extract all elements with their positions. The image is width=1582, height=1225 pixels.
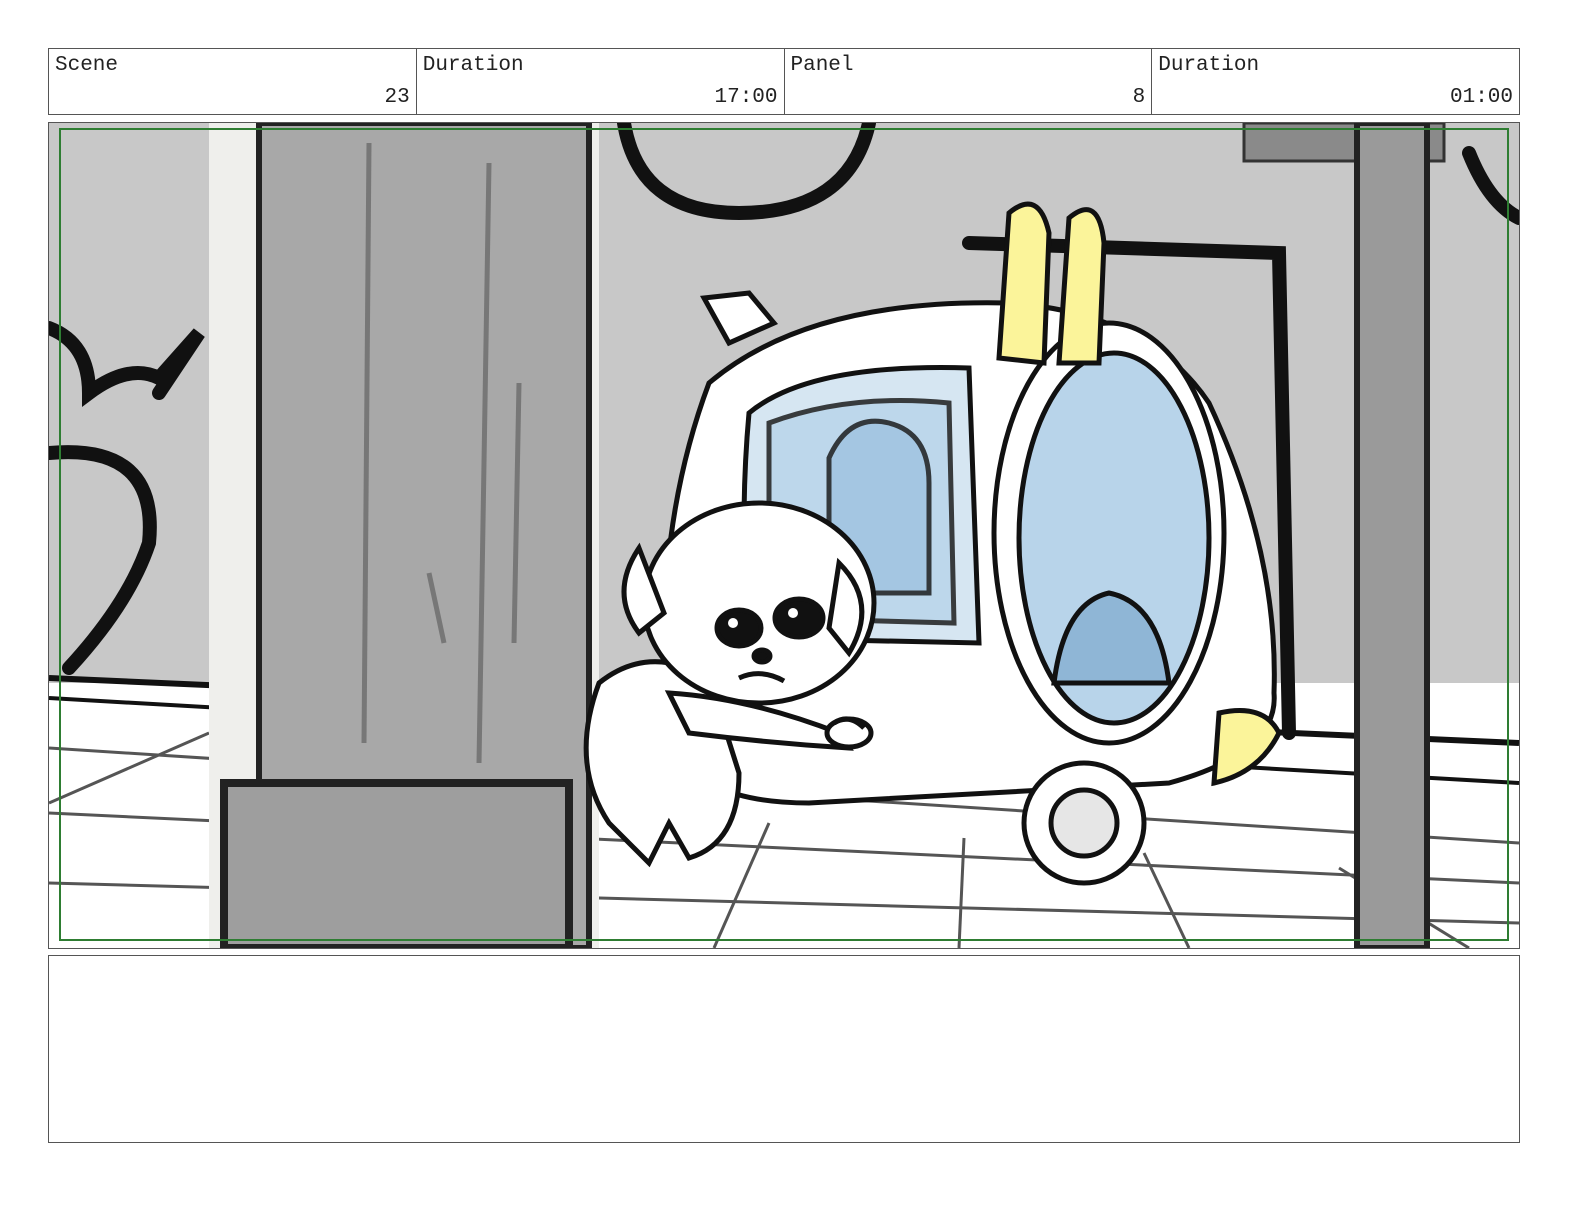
scene-cell: Scene 23 — [49, 49, 417, 114]
storyboard-drawing — [49, 123, 1519, 948]
scene-duration-label: Duration — [422, 54, 524, 77]
panel-duration-cell: Duration 01:00 — [1152, 49, 1519, 114]
panel-duration-label: Duration — [1158, 54, 1260, 77]
notes-box[interactable] — [48, 955, 1520, 1143]
storyboard-panel — [48, 122, 1520, 949]
scene-number: 23 — [384, 86, 410, 109]
panel-duration-value: 01:00 — [1449, 86, 1513, 109]
scene-label: Scene — [55, 54, 119, 77]
panel-label: Panel — [790, 54, 854, 77]
pillar — [209, 123, 599, 948]
scene-duration-cell: Duration 17:00 — [417, 49, 785, 114]
panel-header: Scene 23 Duration 17:00 Panel 8 Duration… — [48, 48, 1520, 115]
panel-number: 8 — [1132, 86, 1146, 109]
panel-cell: Panel 8 — [785, 49, 1153, 114]
scene-duration-value: 17:00 — [714, 86, 778, 109]
